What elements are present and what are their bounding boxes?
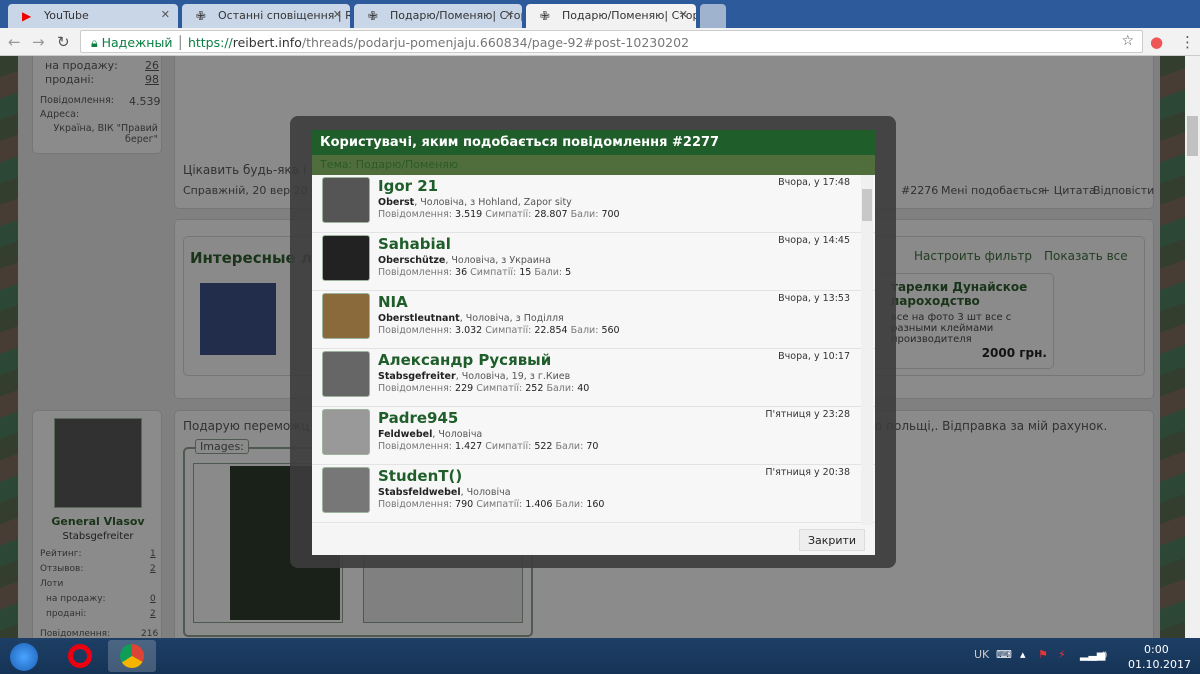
user-row: Padre945 Feldwebel, Чоловіча Повідомленн… [312, 407, 875, 465]
opera-icon[interactable] [56, 640, 104, 672]
user-name[interactable]: Padre945 [378, 409, 458, 427]
power-icon[interactable]: ⚡ [1058, 648, 1066, 661]
tab-thread-active[interactable]: ✙ Подарю/Поменяю| Стор ✕ [526, 4, 696, 28]
user-row: Igor 21 Oberst, Чоловіча, з Hohland, Zap… [312, 175, 875, 233]
tab-youtube[interactable]: ▶ YouTube ✕ [8, 4, 178, 28]
tab-bar: ▶ YouTube ✕ ✙ Останні сповіщення | RE ✕ ✙ Под… [0, 0, 1200, 28]
user-info: Feldwebel, Чоловіча [378, 429, 483, 440]
action-center-flag-icon[interactable]: ⚑ [1038, 648, 1048, 661]
extension-icon[interactable]: ● [1150, 33, 1163, 51]
cross-icon: ✙ [196, 9, 207, 23]
like-time: Вчора, у 10:17 [778, 351, 850, 362]
dialog-topic: Тема: Подарю/Поменяю [312, 155, 875, 175]
youtube-icon: ▶ [22, 9, 32, 23]
user-name[interactable]: NIA [378, 293, 408, 311]
new-tab-button[interactable] [700, 4, 726, 28]
show-hidden-icons[interactable]: ▴ [1020, 648, 1026, 661]
page-scrollbar[interactable] [1185, 56, 1200, 638]
keyboard-icon[interactable]: ⌨ [996, 648, 1012, 661]
cross-icon: ✙ [540, 9, 551, 23]
close-tab-icon[interactable]: ✕ [333, 8, 342, 21]
user-info: Oberstleutnant, Чоловіча, з Поділля [378, 313, 564, 324]
address-bar-row: ← → ↻ 🔒︎ Надежный │ https://reibert.info… [0, 28, 1200, 56]
user-stats: Повідомлення: 790 Симпатії: 1.406 Бали: … [378, 499, 605, 510]
avatar[interactable] [322, 467, 370, 513]
user-info: Stabsfeldwebel, Чоловіча [378, 487, 511, 498]
user-info: Stabsgefreiter, Чоловіча, 19, з г.Киев [378, 371, 571, 382]
user-stats: Повідомлення: 3.519 Симпатії: 28.807 Бал… [378, 209, 620, 220]
dialog-title: Користувачі, яким подобається повідомлен… [312, 130, 875, 155]
user-stats: Повідомлення: 3.032 Симпатії: 22.854 Бал… [378, 325, 620, 336]
user-name[interactable]: Sahabial [378, 235, 451, 253]
close-button[interactable]: Закрити [799, 529, 865, 551]
dialog-footer: Закрити [312, 525, 875, 555]
close-tab-icon[interactable]: ✕ [161, 8, 170, 21]
avatar[interactable] [322, 177, 370, 223]
like-time: Вчора, у 14:45 [778, 235, 850, 246]
user-row: Александр Русявый Stabsgefreiter, Чолові… [312, 349, 875, 407]
avatar[interactable] [322, 235, 370, 281]
like-time: Вчора, у 17:48 [778, 177, 850, 188]
close-tab-icon[interactable]: ✕ [505, 8, 514, 21]
user-name[interactable]: Igor 21 [378, 177, 438, 195]
likes-dialog: Користувачі, яким подобається повідомлен… [312, 130, 875, 555]
cross-icon: ✙ [368, 9, 379, 23]
avatar[interactable] [322, 351, 370, 397]
url-input[interactable]: 🔒︎ Надежный │ https://reibert.info/threa… [80, 30, 1143, 53]
user-info: Oberst, Чоловіча, з Hohland, Zapor sity [378, 197, 572, 208]
avatar[interactable] [322, 409, 370, 455]
tab-notifications[interactable]: ✙ Останні сповіщення | RE ✕ [182, 4, 350, 28]
reload-icon[interactable]: ↻ [57, 33, 70, 51]
user-stats: Повідомлення: 1.427 Симпатії: 522 Бали: … [378, 441, 599, 452]
like-time: П'ятниця у 20:38 [765, 467, 850, 478]
user-row: NIA Oberstleutnant, Чоловіча, з Поділля … [312, 291, 875, 349]
start-button[interactable] [4, 640, 44, 672]
back-icon[interactable]: ← [8, 33, 21, 51]
like-time: Вчора, у 13:53 [778, 293, 850, 304]
close-tab-icon[interactable]: ✕ [679, 8, 688, 21]
star-icon[interactable]: ☆ [1121, 33, 1134, 49]
liked-users-list: Igor 21 Oberst, Чоловіча, з Hohland, Zap… [312, 175, 875, 525]
volume-icon[interactable]: 🔊︎ [1100, 648, 1107, 662]
tab-thread[interactable]: ✙ Подарю/Поменяю| Стор ✕ [354, 4, 522, 28]
menu-icon[interactable]: ⋮ [1180, 33, 1195, 51]
user-info: Oberschütze, Чоловіча, з Украина [378, 255, 551, 266]
taskbar: UK ⌨ ▴ ⚑ ⚡ ▂▃▅ 🔊︎ 0:00 01.10.2017 [0, 638, 1200, 674]
lock-icon: 🔒︎ [91, 35, 102, 50]
user-stats: Повідомлення: 229 Симпатії: 252 Бали: 40 [378, 383, 590, 394]
list-scrollbar[interactable] [861, 175, 873, 525]
user-row: StudenT() Stabsfeldwebel, Чоловіча Повід… [312, 465, 875, 523]
user-row: Sahabial Oberschütze, Чоловіча, з Украин… [312, 233, 875, 291]
like-time: П'ятниця у 23:28 [765, 409, 850, 420]
forward-icon[interactable]: → [32, 33, 45, 51]
avatar[interactable] [322, 293, 370, 339]
user-name[interactable]: StudenT() [378, 467, 462, 485]
chrome-icon[interactable] [108, 640, 156, 672]
user-stats: Повідомлення: 36 Симпатії: 15 Бали: 5 [378, 267, 572, 278]
user-name[interactable]: Александр Русявый [378, 351, 551, 369]
